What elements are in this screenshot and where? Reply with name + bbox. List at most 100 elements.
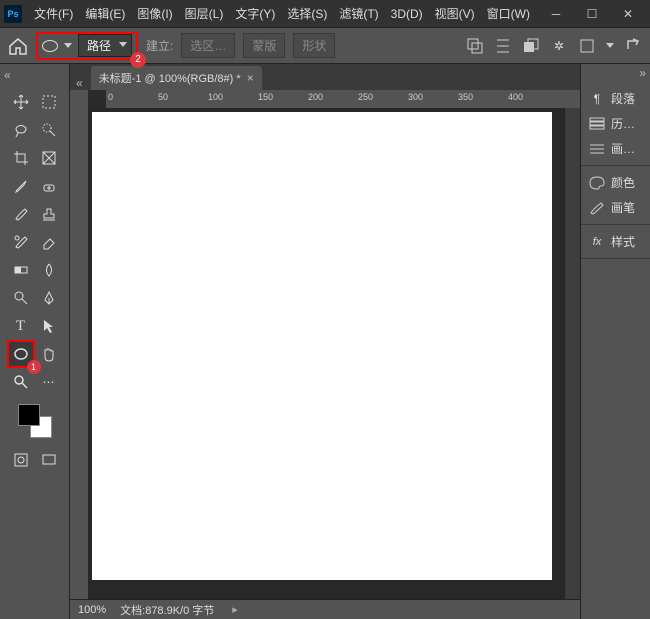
window-close[interactable]: ✕ <box>610 2 646 26</box>
panel-history[interactable]: 历… <box>581 111 650 136</box>
panel-label: 颜色 <box>611 174 635 191</box>
make-shape-button[interactable]: 形状 <box>293 33 335 58</box>
brush-presets-icon <box>589 142 605 156</box>
menu-layer[interactable]: 图层(L) <box>179 1 230 26</box>
align-edges-icon[interactable] <box>578 37 596 55</box>
ellipse-shape-tool[interactable]: 1 <box>9 342 33 366</box>
menu-file[interactable]: 文件(F) <box>28 1 79 26</box>
menu-type[interactable]: 文字(Y) <box>229 1 281 26</box>
pen-tool[interactable] <box>37 286 61 310</box>
make-selection-button[interactable]: 选区… <box>181 33 235 58</box>
fx-icon: fx <box>589 235 605 249</box>
document-area: « 未标题-1 @ 100%(RGB/8#) * × 0 50 100 150 … <box>70 64 580 619</box>
panel-paragraph[interactable]: ¶段落 <box>581 86 650 111</box>
ruler-tick: 250 <box>358 92 373 102</box>
panel-label: 画笔 <box>611 199 635 216</box>
ruler-tick: 400 <box>508 92 523 102</box>
tool-mode-label: 路径 <box>87 39 111 53</box>
chevron-down-icon <box>119 42 127 47</box>
status-caret-icon[interactable]: ▸ <box>232 603 238 616</box>
panel-expand-icon[interactable]: » <box>639 66 646 80</box>
close-icon[interactable]: × <box>247 71 254 85</box>
gradient-tool[interactable] <box>9 258 33 282</box>
foreground-swatch[interactable] <box>18 404 40 426</box>
edit-toolbar[interactable]: ⋯ <box>37 370 61 394</box>
canvas-viewport[interactable] <box>88 108 564 599</box>
ruler-tick: 350 <box>458 92 473 102</box>
palette-icon <box>589 176 605 190</box>
marquee-tool[interactable] <box>37 90 61 114</box>
vertical-ruler <box>70 108 88 599</box>
type-tool[interactable]: T <box>9 314 33 338</box>
brush-tool[interactable] <box>9 202 33 226</box>
panel-label: 段落 <box>611 90 635 107</box>
history-brush-tool[interactable] <box>9 230 33 254</box>
annotation-badge-1: 1 <box>27 360 41 374</box>
document-tab[interactable]: 未标题-1 @ 100%(RGB/8#) * × <box>91 66 262 90</box>
screenmode-tool[interactable] <box>37 448 61 472</box>
frame-tool[interactable] <box>37 146 61 170</box>
color-swatches[interactable] <box>18 404 52 438</box>
panel-styles[interactable]: fx 样式 <box>581 229 650 254</box>
panel-label: 历… <box>611 115 635 132</box>
tool-mode-dropdown[interactable]: 路径 <box>78 34 132 57</box>
menu-window[interactable]: 窗口(W) <box>481 1 536 26</box>
menu-edit[interactable]: 编辑(E) <box>79 1 131 26</box>
document-tab-bar: « 未标题-1 @ 100%(RGB/8#) * × <box>70 64 580 90</box>
brush-icon <box>589 201 605 215</box>
path-operations-icon[interactable] <box>466 37 484 55</box>
home-button[interactable] <box>8 37 28 55</box>
panel-color[interactable]: 颜色 <box>581 170 650 195</box>
tool-mode-highlight: 路径 2 <box>36 32 138 60</box>
ruler-tick: 200 <box>308 92 323 102</box>
vertical-scrollbar[interactable] <box>564 108 580 599</box>
healing-tool[interactable] <box>37 174 61 198</box>
dodge-tool[interactable] <box>9 286 33 310</box>
share-icon[interactable] <box>624 37 642 55</box>
tab-collapse-icon[interactable]: « <box>76 76 83 90</box>
path-align-icon[interactable] <box>494 37 512 55</box>
menu-3d[interactable]: 3D(D) <box>385 3 429 25</box>
panel-label: 样式 <box>611 233 635 250</box>
path-select-tool[interactable] <box>37 314 61 338</box>
gear-icon[interactable]: ✲ <box>550 37 568 55</box>
panel-collapse-icon[interactable]: « <box>4 68 11 82</box>
menu-image[interactable]: 图像(I) <box>131 1 178 26</box>
eyedropper-tool[interactable] <box>9 174 33 198</box>
options-bar: 路径 2 建立: 选区… 蒙版 形状 ✲ <box>0 28 650 64</box>
menu-view[interactable]: 视图(V) <box>429 1 481 26</box>
quickmask-tool[interactable] <box>9 448 33 472</box>
lasso-tool[interactable] <box>9 118 33 142</box>
document-tab-title: 未标题-1 @ 100%(RGB/8#) * <box>99 70 241 86</box>
horizontal-ruler: 0 50 100 150 200 250 300 350 400 <box>106 90 580 108</box>
path-arrange-icon[interactable] <box>522 37 540 55</box>
stamp-tool[interactable] <box>37 202 61 226</box>
menu-bar: Ps 文件(F) 编辑(E) 图像(I) 图层(L) 文字(Y) 选择(S) 滤… <box>0 0 650 28</box>
panel-brush[interactable]: 画笔 <box>581 195 650 220</box>
quick-select-tool[interactable] <box>37 118 61 142</box>
eraser-tool[interactable] <box>37 230 61 254</box>
blur-tool[interactable] <box>37 258 61 282</box>
hand-tool[interactable] <box>37 342 61 366</box>
extra-options-caret-icon[interactable] <box>606 43 614 48</box>
make-mask-button[interactable]: 蒙版 <box>243 33 285 58</box>
zoom-level[interactable]: 100% <box>78 604 106 616</box>
doc-info[interactable]: 文档:878.9K/0 字节 <box>120 602 214 618</box>
history-icon <box>589 117 605 131</box>
menu-select[interactable]: 选择(S) <box>281 1 333 26</box>
panel-brushpreset[interactable]: 画… <box>581 136 650 161</box>
make-label: 建立: <box>146 37 173 54</box>
panel-label: 画… <box>611 140 635 157</box>
tools-panel: « T 1 ⋯ <box>0 64 70 619</box>
tool-preset-caret-icon[interactable] <box>64 43 72 48</box>
window-maximize[interactable]: ☐ <box>574 2 610 26</box>
canvas[interactable] <box>92 112 552 580</box>
window-minimize[interactable]: ─ <box>538 2 574 26</box>
menu-filter[interactable]: 滤镜(T) <box>333 1 384 26</box>
ruler-tick: 150 <box>258 92 273 102</box>
crop-tool[interactable] <box>9 146 33 170</box>
ruler-corner <box>70 90 88 108</box>
move-tool[interactable] <box>9 90 33 114</box>
app-logo: Ps <box>4 5 22 23</box>
zoom-tool[interactable] <box>9 370 33 394</box>
